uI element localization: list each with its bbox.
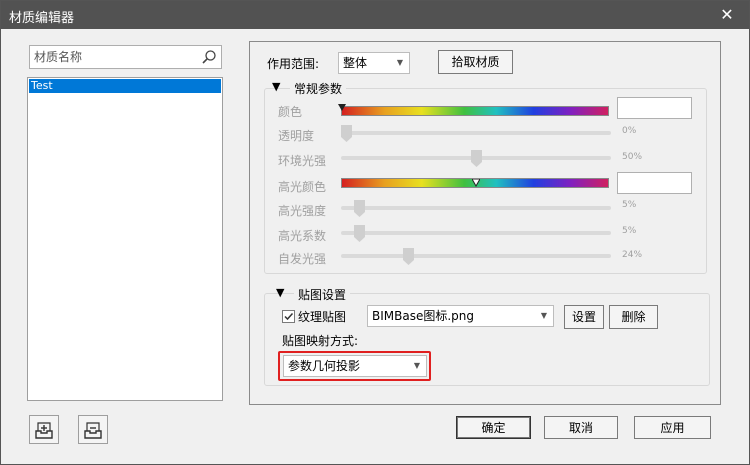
search-icon[interactable] bbox=[201, 49, 217, 65]
material-editor-window: 材质编辑器 ✕ Test 作用范围: 整体 ▼ bbox=[0, 0, 750, 465]
scope-value: 整体 bbox=[343, 56, 368, 70]
specular-strength-slider[interactable] bbox=[341, 206, 611, 210]
color-spectrum-bar[interactable] bbox=[341, 106, 609, 116]
collapse-triangle-icon[interactable]: ▼ bbox=[272, 80, 280, 93]
import-button[interactable] bbox=[29, 415, 59, 444]
checkmark-icon bbox=[284, 312, 294, 321]
emissive-label: 自发光强 bbox=[278, 252, 327, 266]
specular-coef-label: 高光系数 bbox=[278, 229, 327, 243]
specular-picker-marker[interactable] bbox=[472, 179, 480, 187]
window-title: 材质编辑器 bbox=[9, 11, 75, 26]
texture-file-value: BIMBase图标.png bbox=[372, 309, 475, 323]
transparency-value: 0% bbox=[622, 126, 637, 136]
chevron-down-icon: ▼ bbox=[413, 361, 420, 370]
general-params-header: 常规参数 bbox=[290, 80, 347, 97]
transparency-slider[interactable] bbox=[341, 131, 611, 135]
collapse-triangle-icon[interactable]: ▼ bbox=[276, 286, 284, 299]
scope-dropdown[interactable]: 整体 ▼ bbox=[338, 52, 410, 74]
close-icon[interactable]: ✕ bbox=[717, 5, 737, 25]
slider-thumb[interactable] bbox=[353, 225, 365, 242]
emissive-value: 24% bbox=[622, 250, 643, 260]
color-label: 颜色 bbox=[278, 105, 303, 119]
transparency-label: 透明度 bbox=[278, 129, 315, 143]
ambient-label: 环境光强 bbox=[278, 154, 327, 168]
apply-button[interactable]: 应用 bbox=[634, 416, 711, 439]
material-list: Test bbox=[27, 77, 223, 401]
specular-strength-value: 5% bbox=[622, 200, 637, 210]
mapping-label: 贴图映射方式: bbox=[282, 334, 359, 348]
search-input[interactable] bbox=[34, 49, 194, 65]
mapping-dropdown[interactable]: 参数几何投影 ▼ bbox=[283, 355, 427, 377]
slider-thumb[interactable] bbox=[353, 200, 365, 217]
properties-panel: 作用范围: 整体 ▼ 拾取材质 ▼ 常规参数 颜色 透明度 0% 环境光强 50… bbox=[249, 41, 721, 405]
cancel-button[interactable]: 取消 bbox=[544, 416, 618, 439]
ok-button[interactable]: 确定 bbox=[456, 416, 531, 439]
specular-color-label: 高光颜色 bbox=[278, 180, 327, 194]
slider-thumb[interactable] bbox=[470, 150, 482, 167]
texture-file-dropdown[interactable]: BIMBase图标.png ▼ bbox=[367, 305, 554, 327]
emissive-slider[interactable] bbox=[341, 254, 611, 258]
specular-strength-label: 高光强度 bbox=[278, 204, 327, 218]
texture-checkbox[interactable] bbox=[282, 310, 295, 323]
import-tray-icon bbox=[35, 422, 53, 439]
chevron-down-icon: ▼ bbox=[396, 58, 403, 67]
specular-coef-slider[interactable] bbox=[341, 231, 611, 235]
slider-thumb[interactable] bbox=[341, 125, 352, 142]
ambient-value: 50% bbox=[622, 152, 643, 162]
chevron-down-icon: ▼ bbox=[540, 311, 547, 320]
color-swatch[interactable] bbox=[617, 97, 692, 119]
texture-settings-header: 贴图设置 bbox=[294, 286, 351, 303]
slider-thumb[interactable] bbox=[403, 248, 415, 265]
list-item[interactable]: Test bbox=[29, 79, 221, 93]
pick-material-button[interactable]: 拾取材质 bbox=[438, 50, 513, 74]
specular-color-swatch[interactable] bbox=[617, 172, 692, 194]
export-button[interactable] bbox=[78, 415, 108, 444]
scope-label: 作用范围: bbox=[267, 57, 320, 71]
texture-settings-button[interactable]: 设置 bbox=[564, 305, 604, 329]
material-search-box bbox=[29, 45, 222, 69]
texture-checkbox-label[interactable]: 纹理贴图 bbox=[298, 308, 346, 325]
title-bar: 材质编辑器 ✕ bbox=[1, 1, 749, 29]
mapping-value: 参数几何投影 bbox=[288, 359, 361, 373]
export-tray-icon bbox=[84, 422, 102, 439]
specular-coef-value: 5% bbox=[622, 226, 637, 236]
texture-delete-button[interactable]: 删除 bbox=[609, 305, 658, 329]
color-picker-marker[interactable] bbox=[338, 104, 346, 112]
